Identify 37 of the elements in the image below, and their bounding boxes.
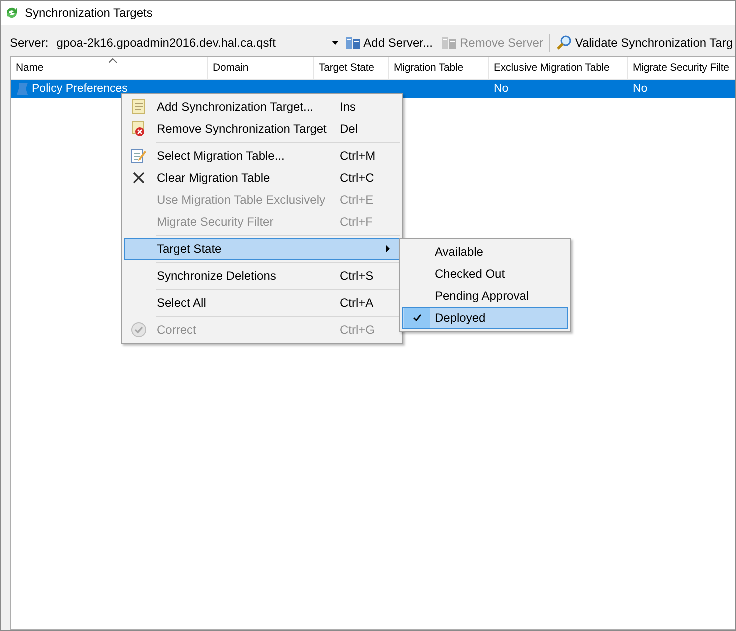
menu-item[interactable]: Remove Synchronization Target Del <box>124 118 400 140</box>
edit-icon <box>131 148 147 164</box>
server-dropdown[interactable]: gpoa-2k16.gpoadmin2016.dev.hal.ca.qsft <box>52 33 339 53</box>
check-circle-icon <box>131 322 147 338</box>
dropdown-arrow-icon <box>332 41 339 45</box>
menu-item[interactable]: Target State <box>124 238 400 260</box>
sort-caret-icon <box>109 58 117 63</box>
menu-item[interactable]: Clear Migration Table Ctrl+C <box>124 167 400 189</box>
table-cell: No <box>633 83 648 95</box>
table-cell: Policy Preferences <box>32 83 128 95</box>
submenu-arrow-icon <box>386 245 390 253</box>
document-icon <box>132 99 146 115</box>
validate-button[interactable]: Validate Synchronization Targ <box>554 35 735 51</box>
table-cell: No <box>494 83 509 95</box>
delete-document-icon <box>132 121 146 137</box>
window-title: Synchronization Targets <box>25 6 153 20</box>
sync-arrows-icon <box>5 6 19 20</box>
menu-item[interactable]: Pending Approval <box>402 285 568 307</box>
column-header[interactable]: Exclusive Migration Table <box>489 57 628 79</box>
column-header[interactable]: Migrate Security Filte <box>628 57 735 79</box>
column-header[interactable]: Domain <box>208 57 314 79</box>
menu-item[interactable]: Checked Out <box>402 263 568 285</box>
menu-item[interactable]: Add Synchronization Target... Ins <box>124 96 400 118</box>
add-server-button[interactable]: Add Server... <box>342 36 436 50</box>
column-header[interactable]: Target State <box>314 57 389 79</box>
menu-item[interactable]: Select Migration Table... Ctrl+M <box>124 145 400 167</box>
server-label: Server: <box>10 36 49 50</box>
magnifier-icon <box>556 35 572 51</box>
menu-item[interactable]: Deployed <box>402 307 568 329</box>
column-header[interactable]: Migration Table <box>389 57 489 79</box>
close-icon <box>133 172 145 184</box>
menu-item[interactable]: Select All Ctrl+A <box>124 292 400 314</box>
server-icon <box>441 36 458 50</box>
menu-item[interactable]: Synchronize Deletions Ctrl+S <box>124 265 400 287</box>
menu-item[interactable]: Available <box>402 241 568 263</box>
column-header[interactable]: Name <box>11 57 208 79</box>
server-icon <box>344 36 361 50</box>
